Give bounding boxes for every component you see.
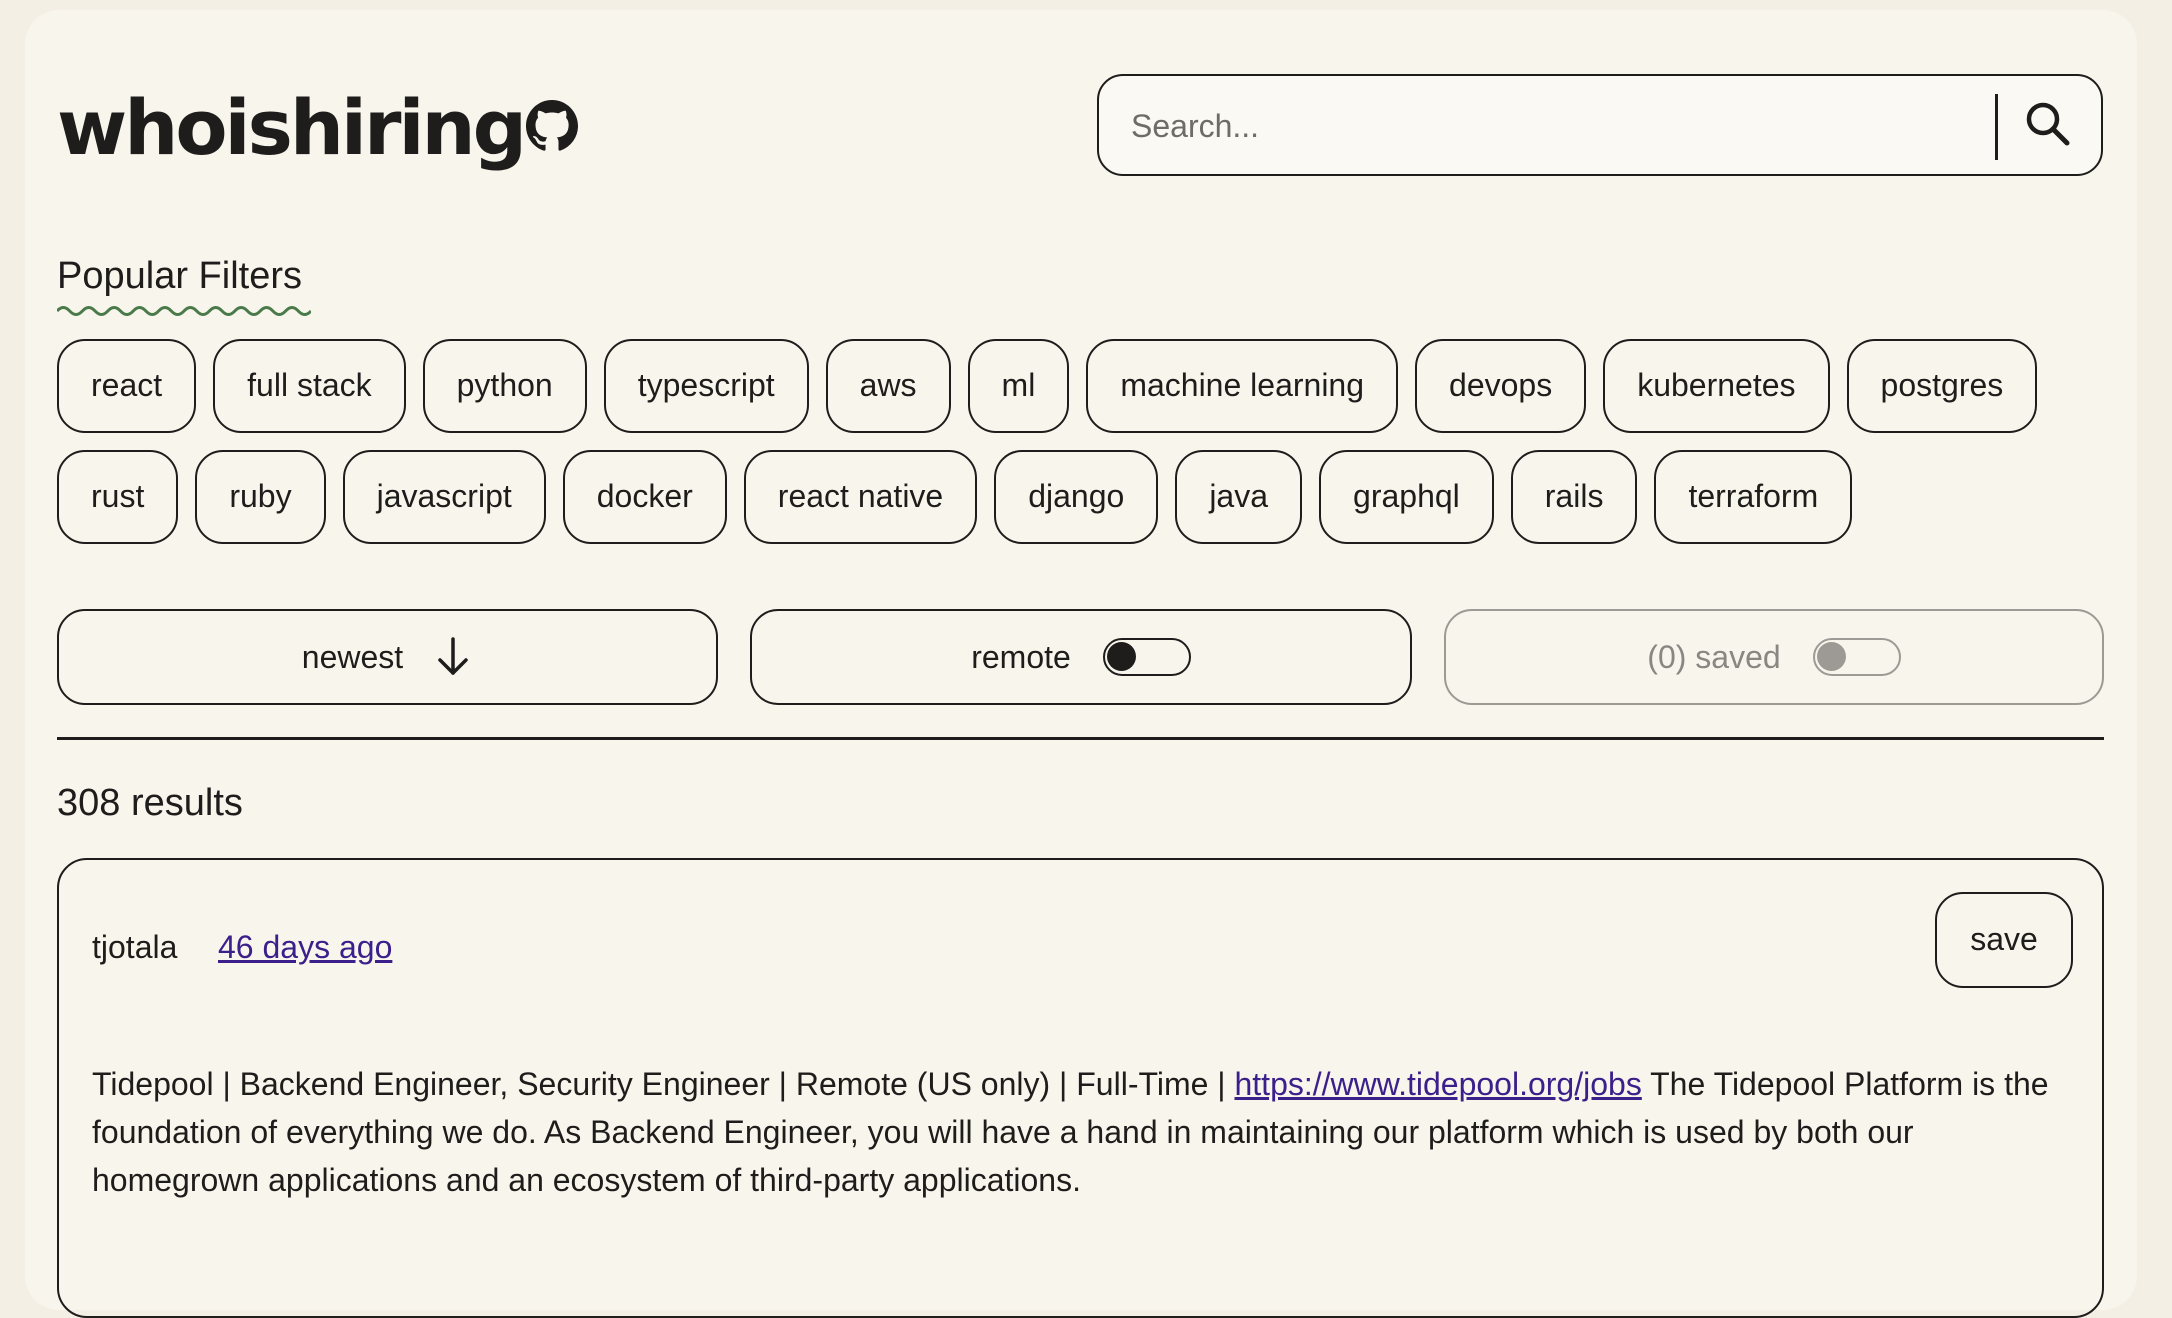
remote-toggle[interactable] <box>1102 638 1191 676</box>
filter-chip[interactable]: rails <box>1510 450 1638 544</box>
divider <box>57 737 2104 740</box>
filter-chip[interactable]: ruby <box>195 450 326 544</box>
save-button[interactable]: save <box>1935 892 2073 988</box>
filter-chip[interactable]: full stack <box>213 339 406 433</box>
search-bar <box>1097 74 2103 176</box>
github-icon[interactable] <box>526 100 578 152</box>
saved-toggle[interactable] <box>1812 638 1901 676</box>
search-input[interactable] <box>1129 98 2073 154</box>
filter-chip[interactable]: machine learning <box>1086 339 1399 433</box>
search-icon[interactable] <box>2015 92 2081 158</box>
filter-chip[interactable]: typescript <box>603 339 809 433</box>
remote-label: remote <box>971 638 1071 675</box>
filter-chip[interactable]: terraform <box>1654 450 1853 544</box>
filter-chip[interactable]: postgres <box>1846 339 2038 433</box>
arrow-down-icon <box>438 637 468 675</box>
saved-label: (0) saved <box>1647 638 1781 675</box>
job-post-card: tjotala 46 days ago save Tidepool | Back… <box>57 858 2104 1318</box>
squiggle-underline <box>57 306 311 316</box>
filter-chip[interactable]: docker <box>562 450 727 544</box>
remote-toggle-control[interactable]: remote <box>750 609 1412 705</box>
filter-chips-row-2: rust ruby javascript docker react native… <box>57 450 1853 544</box>
sort-label: newest <box>301 638 404 675</box>
filter-chip[interactable]: react native <box>743 450 978 544</box>
sort-newest-button[interactable]: newest <box>57 609 718 705</box>
filter-chips-row-1: react full stack python typescript aws m… <box>57 339 2038 433</box>
post-description: Tidepool | Backend Engineer, Security En… <box>92 1060 2072 1204</box>
filter-chip[interactable]: java <box>1175 450 1303 544</box>
filter-chip[interactable]: ml <box>967 339 1070 433</box>
post-text-before: Tidepool | Backend Engineer, Security En… <box>92 1066 1235 1102</box>
filter-chip[interactable]: aws <box>825 339 951 433</box>
filter-chip[interactable]: python <box>422 339 587 433</box>
filter-chip[interactable]: devops <box>1415 339 1587 433</box>
filter-chip[interactable]: kubernetes <box>1603 339 1830 433</box>
popular-filters-title: Popular Filters <box>57 255 302 297</box>
filter-chip[interactable]: rust <box>57 450 179 544</box>
toggle-knob <box>1106 642 1136 671</box>
search-divider <box>1995 94 1998 160</box>
post-job-link[interactable]: https://www.tidepool.org/jobs <box>1234 1066 1641 1102</box>
filter-chip[interactable]: javascript <box>342 450 546 544</box>
post-author: tjotala <box>92 929 178 965</box>
filter-chip[interactable]: react <box>57 339 197 433</box>
filter-chip[interactable]: django <box>994 450 1159 544</box>
toggle-knob <box>1816 642 1846 671</box>
app-logo[interactable]: whoishiring <box>57 78 527 178</box>
results-count: 308 results <box>57 782 243 824</box>
saved-toggle-control[interactable]: (0) saved <box>1444 609 2104 705</box>
post-age-link[interactable]: 46 days ago <box>218 925 392 969</box>
filter-chip[interactable]: graphql <box>1319 450 1494 544</box>
